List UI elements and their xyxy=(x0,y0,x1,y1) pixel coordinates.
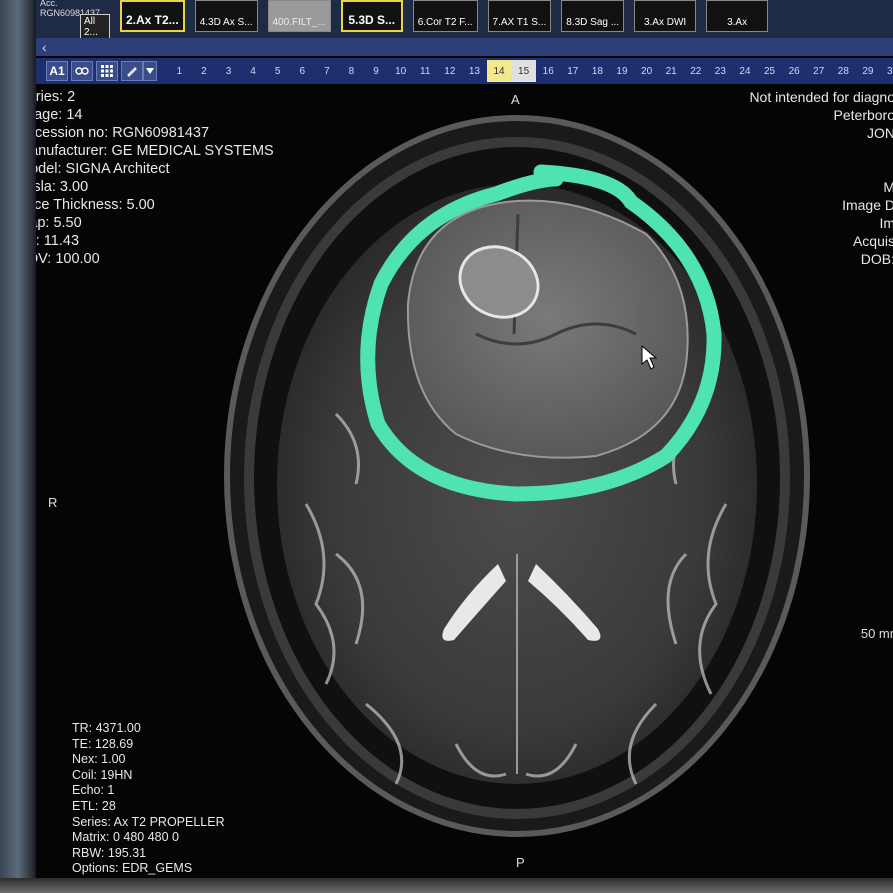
grid-icon[interactable] xyxy=(96,61,118,81)
image-page-selector: 1 2 3 4 5 6 7 8 9 10 11 12 13 14 15 16 17 18 19 20 21 22 23 24 2… xyxy=(167,60,893,82)
series-thumb[interactable]: 4.3D Ax S... xyxy=(194,0,258,32)
page-number-button[interactable]: 30 xyxy=(880,60,893,82)
page-number-button[interactable]: 25 xyxy=(757,60,782,82)
echo: Echo: 1 xyxy=(72,783,115,798)
page-number-button[interactable]: 8 xyxy=(339,60,364,82)
image-time: Im xyxy=(879,215,893,231)
page-number-button[interactable]: 15 xyxy=(511,60,536,82)
page-number-button[interactable]: 14 xyxy=(486,60,512,82)
matrix: Matrix: 0 480 480 0 xyxy=(72,830,180,845)
page-number-button[interactable]: 17 xyxy=(561,60,586,82)
page-number-button[interactable]: 28 xyxy=(831,60,856,82)
page-number-button[interactable]: 10 xyxy=(388,60,413,82)
slice-thickness: Slice Thickness: 5.00 xyxy=(36,197,155,213)
page-number-button[interactable]: 5 xyxy=(265,60,290,82)
fov: FOV: 100.00 xyxy=(36,251,100,267)
page-number-button[interactable]: 7 xyxy=(315,60,340,82)
orientation-top: A xyxy=(511,92,520,107)
info-upper-left: Series: 2 Image: 14 Accession no: RGN609… xyxy=(36,88,274,268)
disclaimer: Not intended for diagno xyxy=(749,89,893,105)
options: Options: EDR_GEMS xyxy=(72,861,193,876)
page-number-button[interactable]: 23 xyxy=(708,60,733,82)
info-upper-right: Not intended for diagno Peterboro JON M … xyxy=(749,88,893,268)
series-thumb[interactable]: 7.AX T1 S... xyxy=(487,0,552,32)
image-date: Image D xyxy=(842,197,893,213)
pacs-viewer: Acc. RGN60981437 All 2... 2.Ax T2... 4.3… xyxy=(36,0,893,880)
model: Model: SIGNA Architect xyxy=(36,161,170,177)
scale-label: 50 mn xyxy=(860,626,893,641)
link-icon[interactable] xyxy=(71,61,93,81)
accession-number: Accession no: RGN60981437 xyxy=(36,125,210,141)
series-thumb[interactable]: 6.Cor T2 F... xyxy=(412,0,478,32)
page-number-button[interactable]: 12 xyxy=(438,60,463,82)
all-series-button[interactable]: All 2... xyxy=(80,14,110,40)
page-number-button[interactable]: 22 xyxy=(683,60,708,82)
page-number-button[interactable]: 13 xyxy=(462,60,487,82)
coil: Coil: 19HN xyxy=(72,767,133,782)
layout-button[interactable]: A1 xyxy=(46,61,68,81)
tesla: Tesla: 3.00 xyxy=(36,179,89,195)
acquisition: Acquis xyxy=(852,233,893,249)
rbw: RBW: 195.31 xyxy=(72,845,147,860)
study-selector[interactable]: Acc. RGN60981437 All 2... xyxy=(40,0,110,40)
series-description: Series: Ax T2 PROPELLER xyxy=(72,814,225,829)
page-number-button[interactable]: 4 xyxy=(241,60,266,82)
tr: TR: 4371.00 xyxy=(72,721,141,735)
page-number-button[interactable]: 18 xyxy=(585,60,610,82)
dropdown-arrow-icon[interactable] xyxy=(143,61,157,81)
manufacturer: Manufacturer: GE MEDICAL SYSTEMS xyxy=(36,143,274,159)
info-lower-left: TR: 4371.00 TE: 128.69 Nex: 1.00 Coil: 1… xyxy=(72,721,225,877)
dob: DOB: xyxy=(860,251,893,267)
page-number-button[interactable]: 19 xyxy=(610,60,635,82)
series-thumb[interactable]: 3.Ax DWI xyxy=(634,0,697,32)
collapse-strip-row: ‹ xyxy=(36,38,893,56)
pencil-icon[interactable] xyxy=(121,61,143,81)
page-number-button[interactable]: 1 xyxy=(167,60,192,82)
page-number-button[interactable]: 27 xyxy=(806,60,831,82)
patient-name: JON xyxy=(867,125,893,141)
monitor-bottom-bezel xyxy=(0,878,893,893)
series-thumb[interactable]: 2.Ax T2... xyxy=(120,0,185,32)
page-number-button[interactable]: 29 xyxy=(856,60,881,82)
page-number-button[interactable]: 3 xyxy=(216,60,241,82)
site-name: Peterboro xyxy=(833,107,893,123)
info-m: M xyxy=(883,179,893,195)
page-number-button[interactable]: 2 xyxy=(192,60,217,82)
nex: Nex: 1.00 xyxy=(72,752,126,767)
series-thumb[interactable]: 5.3D S... xyxy=(340,0,403,32)
page-number-button[interactable]: 21 xyxy=(659,60,684,82)
page-number-button[interactable]: 11 xyxy=(413,60,438,82)
page-number-button[interactable]: 16 xyxy=(536,60,561,82)
orientation-bottom: P xyxy=(516,855,525,870)
page-number-button[interactable]: 20 xyxy=(634,60,659,82)
series-thumb[interactable]: 400.FILT_... xyxy=(267,0,331,32)
frontal-mass xyxy=(406,199,689,459)
page-number-button[interactable]: 26 xyxy=(782,60,807,82)
series-number: Series: 2 xyxy=(36,89,76,105)
series-thumb[interactable]: 8.3D Sag ... xyxy=(561,0,625,32)
slice-location: SL: 11.43 xyxy=(36,233,80,249)
gap: Gap: 5.50 xyxy=(36,215,82,231)
image-number: Image: 14 xyxy=(36,107,83,123)
series-thumb[interactable]: 3.Ax xyxy=(706,0,769,32)
etl: ETL: 28 xyxy=(72,798,116,813)
viewer-toolbar: A1 1 2 3 4 5 6 7 8 9 10 11 12 13 14 15 16 17 18 19 20 21 22 23… xyxy=(36,58,893,84)
page-number-button[interactable]: 24 xyxy=(733,60,758,82)
series-thumbnail-strip: Acc. RGN60981437 All 2... 2.Ax T2... 4.3… xyxy=(36,0,893,40)
page-number-button[interactable]: 9 xyxy=(364,60,389,82)
chevron-left-icon[interactable]: ‹ xyxy=(42,39,47,55)
te: TE: 128.69 xyxy=(72,736,134,751)
orientation-left: R xyxy=(48,495,58,510)
page-number-button[interactable]: 6 xyxy=(290,60,315,82)
